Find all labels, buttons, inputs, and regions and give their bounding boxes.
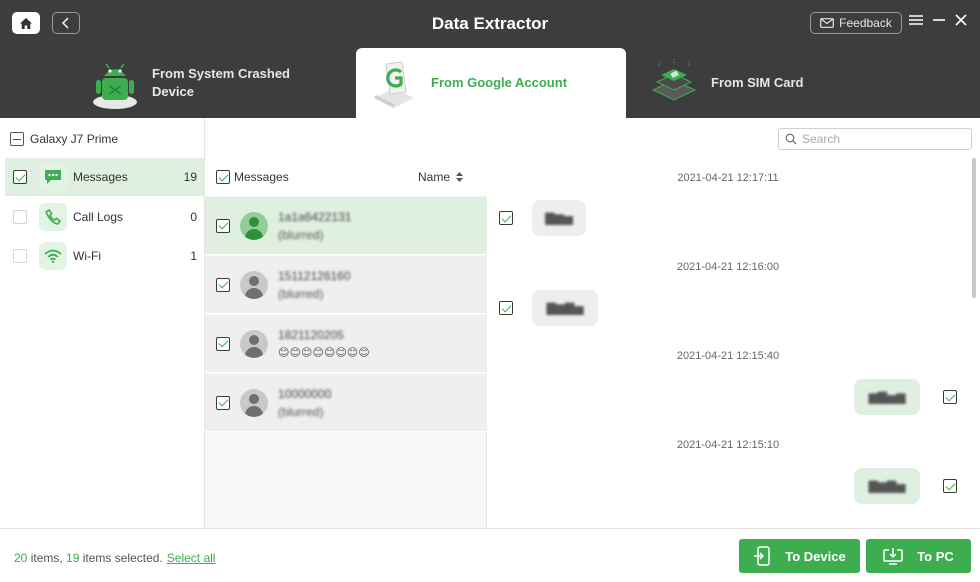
- menu-icon: [909, 15, 923, 25]
- wifi-icon: [44, 249, 62, 263]
- thread-preview: (blurred): [278, 286, 324, 301]
- category-label: Messages: [73, 170, 128, 184]
- thread-preview: 😊😊😊😊😊😊😊😊: [278, 346, 370, 359]
- sidebar-item-wifi[interactable]: Wi-Fi 1: [5, 237, 205, 275]
- category-count: 19: [183, 170, 197, 184]
- category-count: 1: [190, 249, 197, 263]
- list-header-label: Messages: [234, 170, 289, 184]
- footer-bar: 20 items, 19 items selected. Select all T…: [0, 528, 980, 582]
- thread-preview: (blurred): [278, 404, 324, 419]
- messages-icon: [45, 170, 61, 184]
- wifi-checkbox[interactable]: [13, 249, 27, 263]
- search-icon: [785, 133, 797, 145]
- thread-row[interactable]: 1821120205 😊😊😊😊😊😊😊😊: [205, 315, 487, 373]
- message-checkbox[interactable]: [499, 301, 513, 315]
- category-sidebar: Galaxy J7 Prime Messages 19 Call Logs 0: [0, 118, 205, 528]
- tab-label: From System Crashed Device: [152, 66, 290, 99]
- to-pc-icon: [883, 548, 903, 565]
- minimize-button[interactable]: [933, 12, 945, 32]
- device-header[interactable]: Galaxy J7 Prime: [10, 132, 118, 146]
- thread-checkbox[interactable]: [216, 218, 230, 233]
- google-account-icon: [374, 61, 414, 108]
- to-device-button[interactable]: To Device: [739, 539, 860, 573]
- title-bar: Data Extractor Feedback From System Cras…: [0, 0, 980, 118]
- contact-avatar: [240, 270, 268, 299]
- thread-row[interactable]: 10000000 (blurred): [205, 374, 487, 432]
- feedback-label: Feedback: [839, 16, 892, 30]
- selected-count: 19: [66, 551, 80, 565]
- device-name: Galaxy J7 Prime: [30, 132, 119, 146]
- messages-checkbox[interactable]: [13, 170, 27, 184]
- outgoing-message-bubble: ▆▇▅▆: [854, 379, 920, 415]
- message-timestamp: 2021-04-21 12:17:11: [677, 172, 779, 184]
- message-timestamp: 2021-04-21 12:15:40: [676, 350, 780, 362]
- message-timestamp: 2021-04-21 12:15:10: [676, 439, 780, 451]
- thread-number: 15112126160: [278, 268, 351, 283]
- sidebar-item-call-logs[interactable]: Call Logs 0: [5, 198, 205, 236]
- menu-button[interactable]: [909, 12, 923, 32]
- list-header: Messages Name: [205, 158, 487, 196]
- call-logs-checkbox[interactable]: [13, 210, 27, 224]
- total-count: 20: [14, 551, 28, 565]
- thread-preview: (blurred): [278, 227, 324, 242]
- sort-label: Name: [417, 170, 450, 184]
- sort-icon: [456, 172, 463, 182]
- to-device-icon: [754, 546, 771, 566]
- sidebar-item-messages[interactable]: Messages 19: [5, 158, 205, 196]
- feedback-button[interactable]: Feedback: [810, 12, 902, 34]
- contact-avatar: [240, 388, 268, 417]
- close-icon: [955, 14, 967, 26]
- select-all-link[interactable]: Select all: [167, 551, 216, 565]
- to-device-label: To Device: [785, 548, 846, 564]
- tab-system-crashed-device[interactable]: From System Crashed Device: [90, 48, 350, 118]
- mail-icon: [820, 18, 835, 28]
- tab-google-account[interactable]: From Google Account: [356, 48, 626, 118]
- contact-avatar: [240, 211, 268, 240]
- category-label: Call Logs: [73, 210, 124, 224]
- thread-number: 1a1a6422131: [278, 209, 352, 224]
- thread-row[interactable]: 1a1a6422131 (blurred): [205, 197, 487, 255]
- incoming-message-bubble: ▇▆▇▅: [532, 290, 598, 326]
- sort-by-name-button[interactable]: Name: [418, 170, 463, 184]
- conversation-pane: 2021-04-21 12:17:11 ▇▆▅ 2021-04-21 12:16…: [488, 158, 980, 528]
- selection-summary: 20 items, 19 items selected. Select all: [14, 551, 216, 565]
- thread-row[interactable]: 15112126160 (blurred): [205, 256, 487, 314]
- message-checkbox[interactable]: [943, 479, 957, 493]
- select-all-checkbox[interactable]: [216, 170, 230, 184]
- tab-label: From Google Account: [431, 75, 568, 90]
- thread-checkbox[interactable]: [216, 277, 230, 292]
- search-box[interactable]: [778, 128, 972, 150]
- incoming-message-bubble: ▇▆▅: [532, 200, 586, 236]
- search-input[interactable]: [802, 132, 962, 146]
- sim-card-icon: [651, 59, 697, 101]
- message-checkbox[interactable]: [943, 390, 957, 404]
- thread-number: 10000000: [278, 386, 332, 401]
- message-timestamp: 2021-04-21 12:16:00: [676, 261, 780, 273]
- thread-checkbox[interactable]: [216, 336, 230, 351]
- category-label: Wi-Fi: [73, 249, 101, 263]
- tab-sim-card[interactable]: From SIM Card: [645, 48, 885, 118]
- thread-checkbox[interactable]: [216, 395, 230, 410]
- to-pc-label: To PC: [917, 548, 954, 564]
- close-button[interactable]: [955, 12, 967, 32]
- message-thread-list: Messages Name 1a1a6422131 (blurred) 1511…: [205, 158, 487, 528]
- collapse-icon[interactable]: [10, 132, 24, 146]
- phone-icon: [45, 209, 61, 225]
- to-pc-button[interactable]: To PC: [866, 539, 971, 573]
- message-checkbox[interactable]: [499, 211, 513, 225]
- tab-label: From SIM Card: [711, 75, 804, 90]
- outgoing-message-bubble: ▇▆▇▅: [854, 468, 920, 504]
- contact-avatar: [240, 329, 268, 358]
- conversation-scrollbar[interactable]: [972, 158, 976, 298]
- thread-number: 1821120205: [278, 327, 344, 342]
- minimize-icon: [933, 19, 945, 21]
- android-robot-icon: [93, 63, 137, 109]
- category-count: 0: [190, 210, 197, 224]
